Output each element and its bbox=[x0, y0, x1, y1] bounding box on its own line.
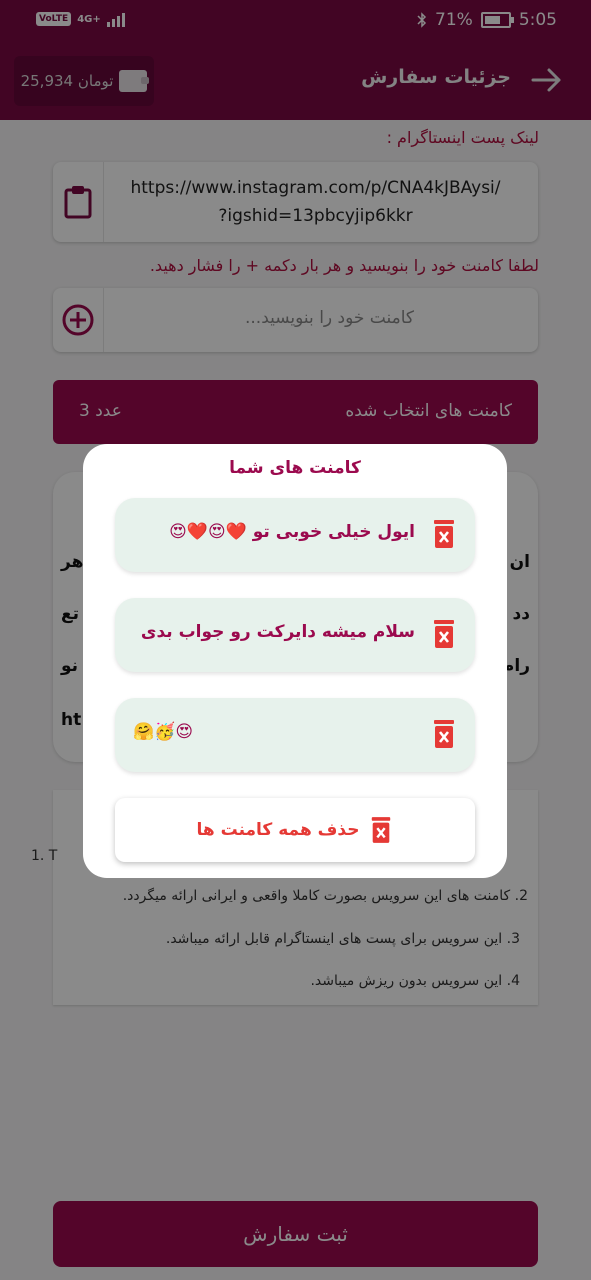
dialog-title: کامنت های شما bbox=[229, 458, 361, 478]
delete-all-label: حذف همه کامنت ها bbox=[196, 820, 360, 840]
comment-text: 🤗🥳😍 bbox=[133, 722, 194, 742]
trash-icon[interactable] bbox=[431, 518, 457, 550]
comments-dialog: کامنت های شما ایول خیلی خوبی تو ❤️😍❤️😍 س… bbox=[83, 444, 507, 878]
comment-text: ایول خیلی خوبی تو ❤️😍❤️😍 bbox=[169, 522, 415, 542]
comment-item: سلام میشه دایرکت رو جواب بدی bbox=[115, 598, 475, 672]
trash-icon[interactable] bbox=[431, 618, 457, 650]
comment-item: 🤗🥳😍 bbox=[115, 698, 475, 772]
delete-all-button[interactable]: حذف همه کامنت ها bbox=[115, 798, 475, 862]
trash-icon[interactable] bbox=[431, 718, 457, 750]
trash-icon bbox=[372, 817, 391, 843]
comment-item: ایول خیلی خوبی تو ❤️😍❤️😍 bbox=[115, 498, 475, 572]
comment-text: سلام میشه دایرکت رو جواب بدی bbox=[140, 622, 415, 642]
